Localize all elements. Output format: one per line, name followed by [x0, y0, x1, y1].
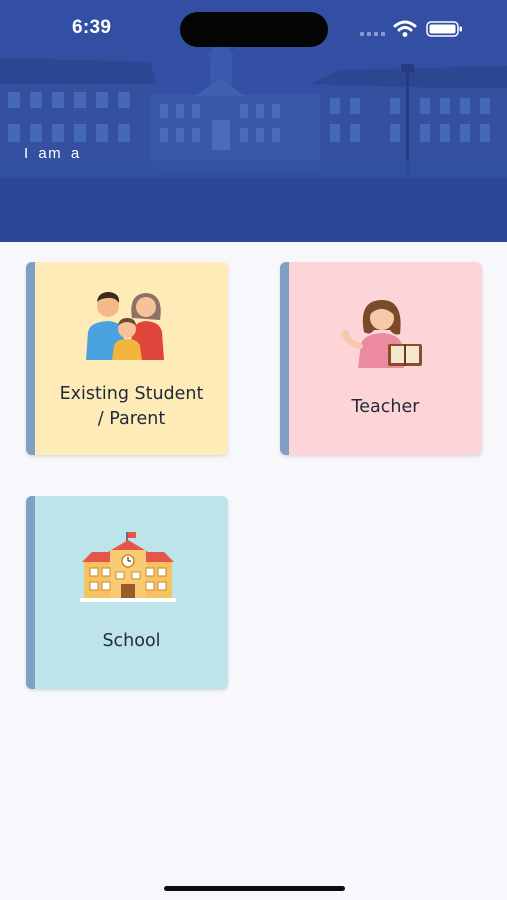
family-icon	[86, 292, 164, 360]
wifi-icon	[393, 20, 417, 37]
status-time: 6:39	[72, 17, 112, 38]
dynamic-island	[180, 12, 328, 47]
role-label-teacher: Teacher	[351, 397, 420, 417]
card-accent-stripe	[26, 496, 35, 689]
role-card-school[interactable]: School	[26, 496, 228, 689]
intro-text: I am a	[24, 145, 81, 162]
role-card-teacher[interactable]: Teacher	[280, 262, 482, 455]
header-banner: 6:39 I am a	[0, 0, 507, 242]
home-indicator[interactable]	[164, 886, 345, 891]
status-bar: 6:39	[0, 0, 507, 56]
school-building-icon	[80, 532, 176, 602]
role-label-line-1: Existing Student	[59, 384, 204, 404]
role-card-existing-student-parent[interactable]: Existing Student / Parent	[26, 262, 228, 455]
role-label-line-2: / Parent	[97, 409, 166, 429]
role-label-school: School	[102, 631, 161, 651]
battery-icon	[426, 21, 462, 37]
card-accent-stripe	[280, 262, 289, 455]
card-accent-stripe	[26, 262, 35, 455]
teacher-icon	[341, 300, 422, 368]
role-label: Existing Student / Parent	[35, 382, 228, 432]
signal-icon	[360, 32, 385, 36]
